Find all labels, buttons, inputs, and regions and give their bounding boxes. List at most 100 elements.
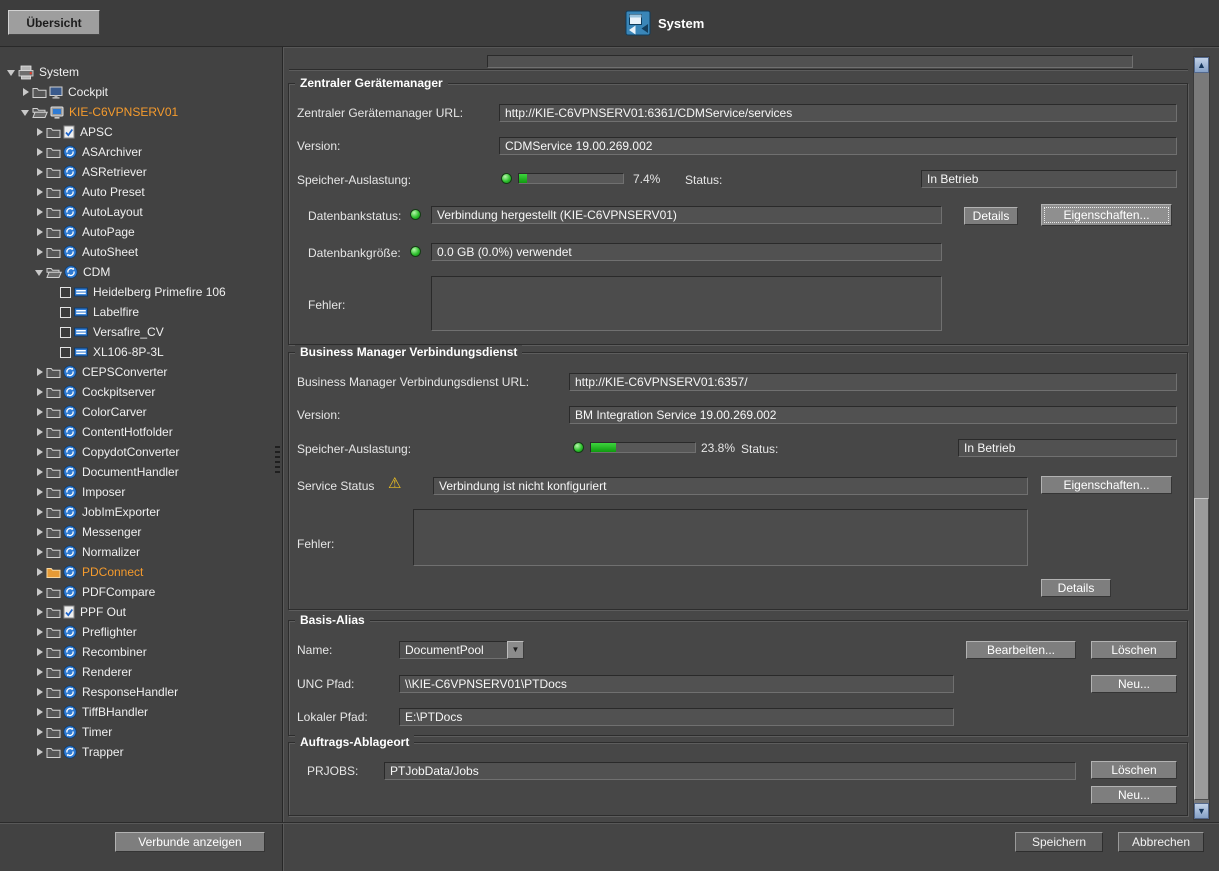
tree-item-renderer[interactable]: Renderer (0, 662, 282, 682)
tree-item-jobimexporter[interactable]: JobImExporter (0, 502, 282, 522)
tree-item-messenger[interactable]: Messenger (0, 522, 282, 542)
tree-expand-arrow-icon[interactable] (34, 686, 46, 698)
scroll-up-button[interactable]: ▲ (1194, 57, 1209, 73)
overview-button[interactable]: Übersicht (8, 10, 100, 35)
bm-url-field[interactable]: http://KIE-C6VPNSERV01:6357/ (569, 373, 1177, 391)
tree-item-asretriever[interactable]: ASRetriever (0, 162, 282, 182)
cdm-details-button[interactable]: Details (964, 207, 1018, 225)
device-checkbox[interactable] (60, 307, 71, 318)
tree-item-pdconnect[interactable]: PDConnect (0, 562, 282, 582)
scroll-down-button[interactable]: ▼ (1194, 803, 1209, 819)
tree-item-labelfire[interactable]: Labelfire (0, 302, 282, 322)
bm-status-field[interactable]: In Betrieb (958, 439, 1177, 457)
tree-item-responsehandler[interactable]: ResponseHandler (0, 682, 282, 702)
tree-expand-arrow-icon[interactable] (34, 426, 46, 438)
tree-expand-arrow-icon[interactable] (34, 126, 46, 138)
bm-error-field[interactable] (413, 509, 1028, 566)
cancel-button[interactable]: Abbrechen (1118, 832, 1204, 852)
bm-details-button[interactable]: Details (1041, 579, 1111, 597)
tree-expand-arrow-icon[interactable] (34, 166, 46, 178)
device-checkbox[interactable] (60, 347, 71, 358)
tree-expand-arrow-icon[interactable] (34, 706, 46, 718)
tree-expand-arrow-icon[interactable] (34, 386, 46, 398)
tree-expand-arrow-icon[interactable] (34, 206, 46, 218)
tree-expand-arrow-icon[interactable] (34, 666, 46, 678)
bm-version-field[interactable]: BM Integration Service 19.00.269.002 (569, 406, 1177, 424)
tree-item-recombiner[interactable]: Recombiner (0, 642, 282, 662)
tree-item-asarchiver[interactable]: ASArchiver (0, 142, 282, 162)
tree-item-xl106-8p-3l[interactable]: XL106-8P-3L (0, 342, 282, 362)
tree-item-timer[interactable]: Timer (0, 722, 282, 742)
tree-item-auto-preset[interactable]: Auto Preset (0, 182, 282, 202)
cdm-status-field[interactable]: In Betrieb (921, 170, 1177, 188)
bm-properties-button[interactable]: Eigenschaften... (1041, 476, 1172, 494)
tree-expand-arrow-icon[interactable] (34, 466, 46, 478)
tree-collapse-arrow-icon[interactable] (20, 106, 32, 118)
cdm-error-field[interactable] (431, 276, 942, 331)
alias-edit-button[interactable]: Bearbeiten... (966, 641, 1076, 659)
tree-expand-arrow-icon[interactable] (34, 546, 46, 558)
tree-item-imposer[interactable]: Imposer (0, 482, 282, 502)
alias-name-select[interactable]: DocumentPool ▼ (399, 641, 524, 659)
tree-item-pdfcompare[interactable]: PDFCompare (0, 582, 282, 602)
tree-expand-arrow-icon[interactable] (34, 726, 46, 738)
clipped-top-field[interactable] (487, 55, 1133, 68)
cdm-properties-button[interactable]: Eigenschaften... (1041, 204, 1172, 226)
tree-expand-arrow-icon[interactable] (34, 526, 46, 538)
tree-item-trapper[interactable]: Trapper (0, 742, 282, 762)
tree-item-autolayout[interactable]: AutoLayout (0, 202, 282, 222)
tree-item-versafire-cv[interactable]: Versafire_CV (0, 322, 282, 342)
tree-item-normalizer[interactable]: Normalizer (0, 542, 282, 562)
tree-item-preflighter[interactable]: Preflighter (0, 622, 282, 642)
tree-expand-arrow-icon[interactable] (34, 366, 46, 378)
tree-item-system[interactable]: System (0, 62, 282, 82)
device-checkbox[interactable] (60, 287, 71, 298)
tree-item-cepsconverter[interactable]: CEPSConverter (0, 362, 282, 382)
alias-new-button[interactable]: Neu... (1091, 675, 1177, 693)
tree-item-heidelberg-primefire-106[interactable]: Heidelberg Primefire 106 (0, 282, 282, 302)
sidebar-splitter-handle[interactable] (275, 446, 280, 476)
dropdown-arrow-icon[interactable]: ▼ (507, 641, 524, 659)
tree-expand-arrow-icon[interactable] (20, 86, 32, 98)
tree-expand-arrow-icon[interactable] (34, 186, 46, 198)
cdm-db-status-field[interactable]: Verbindung hergestellt (KIE-C6VPNSERV01) (431, 206, 942, 224)
tree-expand-arrow-icon[interactable] (34, 146, 46, 158)
tree-expand-arrow-icon[interactable] (34, 746, 46, 758)
tree-item-ppf-out[interactable]: PPF Out (0, 602, 282, 622)
tree-expand-arrow-icon[interactable] (34, 246, 46, 258)
prjobs-field[interactable]: PTJobData/Jobs (384, 762, 1076, 780)
tree-expand-arrow-icon[interactable] (34, 446, 46, 458)
tree-expand-arrow-icon[interactable] (34, 226, 46, 238)
device-checkbox[interactable] (60, 327, 71, 338)
tree-expand-arrow-icon[interactable] (34, 406, 46, 418)
tree-expand-arrow-icon[interactable] (34, 566, 46, 578)
alias-delete-button[interactable]: Löschen (1091, 641, 1177, 659)
tree-item-apsc[interactable]: APSC (0, 122, 282, 142)
tree-item-tiffbhandler[interactable]: TiffBHandler (0, 702, 282, 722)
tree-collapse-arrow-icon[interactable] (34, 266, 46, 278)
alias-unc-field[interactable]: \\KIE-C6VPNSERV01\PTDocs (399, 675, 954, 693)
bm-service-status-field[interactable]: Verbindung ist nicht konfiguriert (433, 477, 1028, 495)
vertical-scrollbar[interactable]: ▲ ▼ (1193, 56, 1210, 820)
tree-item-autopage[interactable]: AutoPage (0, 222, 282, 242)
show-connections-button[interactable]: Verbunde anzeigen (115, 832, 265, 852)
tree-expand-arrow-icon[interactable] (34, 626, 46, 638)
alias-local-field[interactable]: E:\PTDocs (399, 708, 954, 726)
cdm-db-size-field[interactable]: 0.0 GB (0.0%) verwendet (431, 243, 942, 261)
tree-item-documenthandler[interactable]: DocumentHandler (0, 462, 282, 482)
tree-item-cockpit[interactable]: Cockpit (0, 82, 282, 102)
tree-item-copydotconverter[interactable]: CopydotConverter (0, 442, 282, 462)
scrollbar-thumb[interactable] (1194, 498, 1209, 800)
jobs-new-button[interactable]: Neu... (1091, 786, 1177, 804)
tree-item-contenthotfolder[interactable]: ContentHotfolder (0, 422, 282, 442)
tree-expand-arrow-icon[interactable] (34, 586, 46, 598)
tree-expand-arrow-icon[interactable] (34, 486, 46, 498)
tree-expand-arrow-icon[interactable] (34, 506, 46, 518)
tree-item-kie-c6vpnserv01[interactable]: KIE-C6VPNSERV01 (0, 102, 282, 122)
tree-item-colorcarver[interactable]: ColorCarver (0, 402, 282, 422)
tree-expand-arrow-icon[interactable] (34, 646, 46, 658)
cdm-version-field[interactable]: CDMService 19.00.269.002 (499, 137, 1177, 155)
tree-item-cdm[interactable]: CDM (0, 262, 282, 282)
cdm-url-field[interactable]: http://KIE-C6VPNSERV01:6361/CDMService/s… (499, 104, 1177, 122)
tree-collapse-arrow-icon[interactable] (6, 66, 18, 78)
